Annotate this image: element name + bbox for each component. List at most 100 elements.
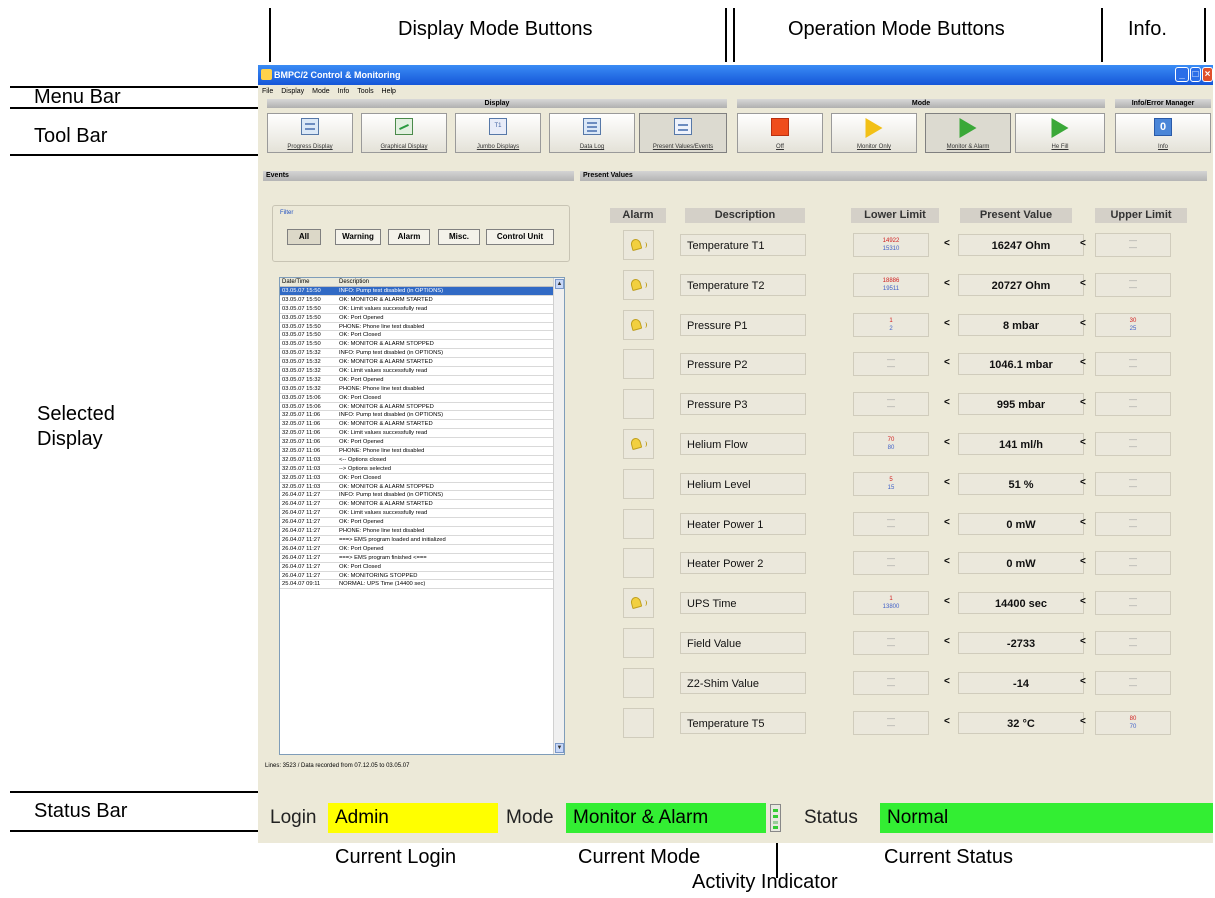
- menu-display[interactable]: Display: [281, 88, 304, 95]
- filter-label: Filter: [280, 210, 294, 216]
- upper-limit: — —: [1095, 471, 1171, 496]
- alarm-bell-icon: [629, 317, 647, 331]
- monitor-play-icon: [865, 118, 883, 138]
- status-label: Status: [804, 807, 858, 828]
- graphical-display-button[interactable]: Graphical Display: [361, 113, 447, 153]
- he-fill-icon: [1051, 118, 1069, 138]
- lower-limit-primary: 1: [889, 596, 893, 603]
- lower-limit-empty: —: [887, 561, 895, 571]
- lower-limit: 14922 15310: [853, 233, 929, 257]
- less-than-sign: <: [944, 277, 950, 289]
- value-description: Pressure P1: [680, 313, 806, 336]
- upper-limit: 80 70: [1095, 710, 1171, 735]
- present-value: 8 mbar: [958, 313, 1084, 336]
- events-lines-info: Lines: 3523 / Data recorded from 07.12.0…: [265, 763, 410, 769]
- data-log-button[interactable]: Data Log: [549, 113, 635, 153]
- lower-limit-empty: —: [887, 720, 895, 730]
- menu-tools[interactable]: Tools: [357, 88, 373, 95]
- upper-limit-empty: —: [1129, 362, 1137, 372]
- lower-limit-primary: 14922: [882, 238, 900, 244]
- menu-help[interactable]: Help: [382, 88, 396, 95]
- lower-limit: 5 15: [853, 471, 929, 496]
- upper-limit-empty: —: [1129, 680, 1137, 690]
- event-description: OK: MONITOR & ALARM STOPPED: [339, 341, 434, 348]
- event-row[interactable]: 03.05.07 15:50 OK: MONITOR & ALARM STOPPE…: [280, 340, 564, 350]
- lower-limit-primary: 70: [887, 437, 895, 443]
- lower-limit-primary: 1: [889, 317, 893, 324]
- column-header-upper-limit: Upper Limit: [1095, 208, 1187, 223]
- annotation-selected-display: Selected Display: [37, 403, 115, 450]
- login-value: Admin: [328, 803, 498, 833]
- less-than-sign: <: [944, 476, 950, 488]
- menu-bar: File Display Mode Info Tools Help: [258, 85, 1213, 99]
- monitor-only-button[interactable]: Monitor Only: [831, 113, 917, 153]
- off-button[interactable]: Off: [737, 113, 823, 153]
- present-value-row: Pressure P2— — <1046.1 mbar < — —: [258, 349, 1213, 380]
- present-value: 995 mbar: [958, 393, 1084, 416]
- lower-limit-secondary: 13800: [882, 604, 900, 611]
- annotation-status-bar: Status Bar: [34, 800, 128, 822]
- value-description: Temperature T1: [680, 234, 806, 256]
- upper-limit-empty: —: [1129, 521, 1137, 531]
- lower-limit-secondary: 15310: [882, 246, 900, 252]
- present-value: 0 mW: [958, 552, 1084, 575]
- menu-mode[interactable]: Mode: [312, 88, 330, 95]
- annotation-activity-indicator: Activity Indicator: [692, 871, 838, 893]
- he-fill-button[interactable]: He Fill: [1015, 113, 1105, 153]
- upper-limit: — —: [1095, 352, 1171, 377]
- less-than-sign: <: [944, 675, 950, 687]
- lower-limit-secondary: 2: [889, 325, 893, 332]
- menu-info[interactable]: Info: [338, 88, 350, 95]
- alarm-indicator: [623, 309, 654, 340]
- present-values-panel-header: Present Values: [580, 171, 1207, 181]
- alarm-indicator: [623, 429, 654, 459]
- column-header-description: Description: [685, 208, 805, 223]
- alarm-bell-icon: [629, 237, 647, 252]
- less-than-sign: <: [1080, 715, 1086, 727]
- close-button[interactable]: ×: [1202, 67, 1213, 82]
- value-description: Z2-Shim Value: [680, 671, 806, 694]
- alarm-bell-icon: [629, 436, 647, 451]
- present-value-row: Temperature T2 18886 19511 <20727 Ohm < — —: [258, 269, 1213, 300]
- value-description: Helium Flow: [680, 433, 806, 455]
- upper-limit-primary: 30: [1129, 317, 1137, 324]
- annotation-current-status: Current Status: [884, 846, 1013, 868]
- callout-line-info-right: [1204, 8, 1206, 62]
- present-values-events-button[interactable]: Present Values/Events: [639, 113, 727, 153]
- less-than-sign: <: [1080, 437, 1086, 448]
- event-datetime: 03.05.07 15:50: [282, 341, 321, 348]
- annotation-operation-mode-buttons: Operation Mode Buttons: [788, 18, 1005, 40]
- monitor-alarm-button[interactable]: Monitor & Alarm: [925, 113, 1011, 153]
- lower-limit-empty: —: [887, 521, 895, 531]
- info-group-header: Info/Error Manager: [1115, 99, 1211, 108]
- present-value-row: Helium Flow 70 80 <141 ml/h < — —: [258, 429, 1213, 459]
- value-description: Field Value: [680, 632, 806, 654]
- lower-limit: — —: [853, 551, 929, 576]
- events-panel-header: Events: [263, 171, 574, 181]
- less-than-sign: <: [944, 397, 950, 409]
- app-icon: [261, 69, 272, 80]
- annotation-current-login: Current Login: [335, 846, 457, 868]
- alarm-indicator: [623, 548, 654, 579]
- scroll-down-arrow-icon[interactable]: ▼: [555, 743, 564, 753]
- present-value-row: Field Value — — < -2733 < — —: [258, 628, 1213, 658]
- event-row[interactable]: 32.05.07 11:06 OK: MONITOR & ALARM STARTE…: [280, 420, 564, 430]
- present-value-row: UPS Time 1 13800 <14400 sec < — —: [258, 588, 1213, 619]
- title-bar: BMPC/2 Control & Monitoring _ □ ×: [258, 65, 1213, 85]
- maximize-button[interactable]: □: [1190, 67, 1201, 82]
- lower-limit: — —: [853, 511, 929, 536]
- upper-limit-primary: 80: [1129, 715, 1137, 722]
- value-description: Heater Power 1: [680, 512, 806, 535]
- lower-limit: 12: [853, 312, 929, 337]
- minimize-button[interactable]: _: [1175, 67, 1189, 82]
- value-description: Pressure P3: [680, 393, 806, 416]
- menu-file[interactable]: File: [262, 88, 273, 95]
- less-than-sign: <: [1080, 675, 1086, 687]
- progress-display-button[interactable]: Progress Display: [267, 113, 353, 153]
- graphical-display-icon: [395, 118, 413, 135]
- data-log-icon: [583, 118, 601, 135]
- present-value: -2733: [958, 632, 1084, 654]
- info-button[interactable]: 0 Info: [1115, 113, 1211, 153]
- alarm-indicator: [623, 389, 654, 420]
- jumbo-displays-button[interactable]: T1 Jumbo Displays: [455, 113, 541, 153]
